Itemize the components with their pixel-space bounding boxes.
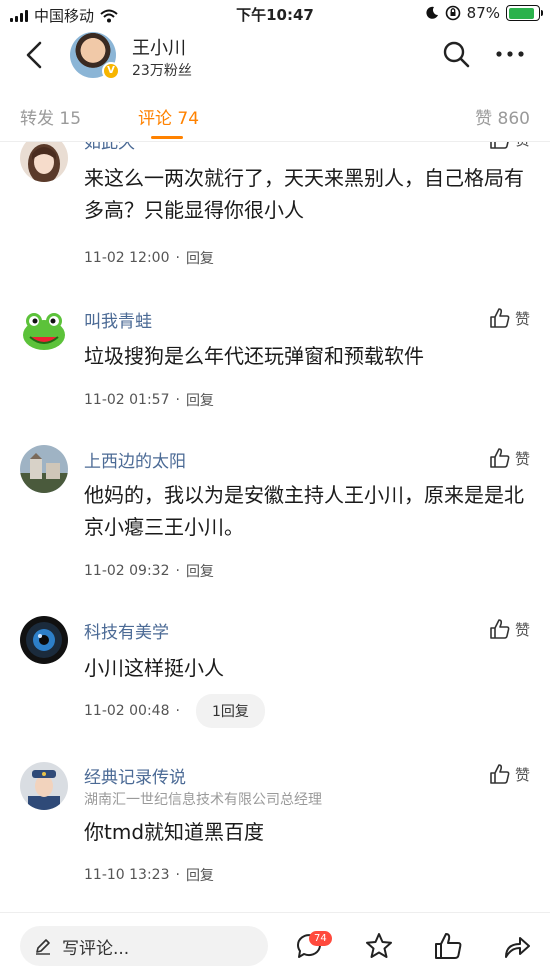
meta-separator: · [175, 250, 180, 266]
bottom-action-bar: 写评论... 74 [0, 912, 550, 977]
comment-meta: 11-02 12:00 · 回复 [84, 248, 214, 268]
tab-likes[interactable]: 赞 860 [475, 104, 530, 129]
like-label: 赞 [514, 620, 530, 639]
like-label: 赞 [514, 449, 530, 468]
commenter-name[interactable]: 科技有美学 [84, 618, 169, 643]
write-comment-input[interactable]: 写评论... [20, 926, 268, 966]
reply-link[interactable]: 回复 [186, 390, 214, 410]
star-icon[interactable] [364, 931, 394, 961]
status-right: 87% [425, 4, 543, 22]
like-button[interactable]: 赞 [489, 447, 530, 469]
thumbs-up-icon [490, 142, 509, 149]
rotation-lock-icon [445, 5, 460, 21]
avatar[interactable] [20, 616, 68, 664]
battery-icon [506, 5, 543, 21]
avatar[interactable] [20, 445, 68, 493]
like-button[interactable]: 赞 [489, 618, 530, 640]
comment-text: 你tmd就知道黑百度 [84, 820, 265, 844]
commenter-name[interactable]: 叫我青蛙 [84, 307, 152, 332]
moon-icon [426, 6, 438, 19]
status-bar: 中国移动 下午10:47 87% [0, 0, 550, 28]
battery-percent: 87% [466, 4, 500, 22]
tab-bar: 转发 15 评论 74 赞 860 [0, 86, 550, 142]
comment-time: 11-10 13:23 [84, 867, 170, 883]
officer-avatar-icon [20, 762, 68, 810]
comment-text: 垃圾搜狗是么年代还玩弹窗和预载软件 [84, 344, 424, 368]
pen-icon [36, 939, 50, 955]
reply-link[interactable]: 回复 [186, 248, 214, 268]
anime-girl-avatar-icon [20, 142, 68, 182]
comment-meta: 11-02 00:48 · 1回复 [84, 694, 265, 728]
thumbs-up-icon[interactable] [433, 931, 463, 961]
like-label: 赞 [514, 765, 530, 784]
comment-meta: 11-02 01:57 · 回复 [84, 390, 214, 410]
comment-time: 11-02 12:00 [84, 250, 170, 266]
thumbs-up-icon [490, 764, 510, 784]
comment-text: 他妈的，我以为是安徽主持人王小川，原来是是北京小瘪三王小川。 [84, 483, 524, 539]
meta-separator: · [175, 563, 180, 579]
more-icon[interactable] [494, 42, 526, 66]
write-comment-placeholder: 写评论... [62, 938, 130, 959]
verified-badge-icon: V [102, 62, 120, 80]
search-icon[interactable] [442, 40, 470, 68]
like-label: 赞 [515, 142, 530, 150]
comment-time: 11-02 09:32 [84, 563, 170, 579]
fans-count: 23万粉丝 [132, 63, 192, 79]
meta-separator: · [175, 703, 180, 719]
avatar[interactable] [20, 305, 68, 353]
meta-separator: · [175, 392, 180, 408]
frog-avatar-icon [20, 305, 68, 353]
like-button[interactable]: 赞 [489, 142, 530, 150]
like-button[interactable]: 赞 [489, 763, 530, 785]
commenter-name[interactable]: 上西边的太阳 [84, 447, 186, 472]
commenter-title: 湖南汇一世纪信息技术有限公司总经理 [84, 792, 322, 808]
user-name[interactable]: 王小川 [132, 34, 186, 60]
thumbs-up-icon [490, 619, 510, 639]
camera-lens-avatar-icon [20, 616, 68, 664]
reply-link[interactable]: 回复 [186, 865, 214, 885]
back-icon[interactable] [22, 40, 46, 70]
tab-repost[interactable]: 转发 15 [20, 104, 81, 129]
like-label: 赞 [514, 309, 530, 328]
comment-meta: 11-02 09:32 · 回复 [84, 561, 214, 581]
comment-time: 11-02 00:48 [84, 703, 170, 719]
commenter-name[interactable]: 如此久 [84, 142, 135, 153]
meta-separator: · [175, 867, 180, 883]
active-tab-indicator [151, 136, 183, 139]
replies-count-button[interactable]: 1回复 [195, 694, 265, 728]
thumbs-up-icon [490, 308, 510, 328]
comment-count-badge: 74 [309, 931, 332, 946]
share-icon[interactable] [502, 931, 532, 961]
tab-comments[interactable]: 评论 74 [138, 104, 199, 129]
building-avatar-icon [20, 445, 68, 493]
avatar[interactable] [20, 142, 68, 182]
comment-time: 11-02 01:57 [84, 392, 170, 408]
comment-text: 小川这样挺小人 [84, 656, 224, 680]
reply-link[interactable]: 回复 [186, 561, 214, 581]
avatar[interactable] [20, 762, 68, 810]
comment-meta: 11-10 13:23 · 回复 [84, 865, 214, 885]
thumbs-up-icon [490, 448, 510, 468]
comment-text: 来这么一两次就行了，天天来黑别人，自己格局有多高？只能显得你很小人 [84, 166, 524, 222]
commenter-name[interactable]: 经典记录传说 [84, 763, 186, 788]
profile-header: V 王小川 23万粉丝 [0, 28, 550, 86]
like-button[interactable]: 赞 [489, 307, 530, 329]
avatar[interactable]: V [70, 32, 120, 80]
comment-list: 如此久 赞 来这么一两次就行了，天天来黑别人，自己格局有多高？只能显得你很小人 … [0, 142, 550, 912]
